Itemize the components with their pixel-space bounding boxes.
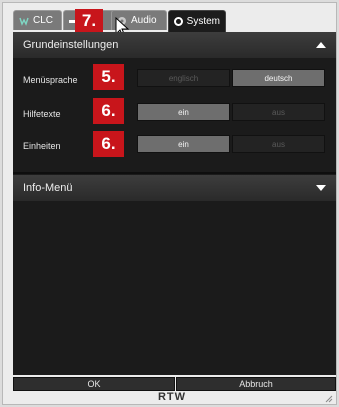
tab-system-label: System <box>186 16 220 27</box>
units-option-off[interactable]: aus <box>232 135 325 153</box>
section-header-basic[interactable]: Grundeinstellungen <box>13 32 336 58</box>
language-option-english[interactable]: englisch <box>137 69 230 87</box>
divider <box>13 172 336 174</box>
help-option-off[interactable]: aus <box>232 103 325 121</box>
tab-system[interactable]: System <box>168 10 226 32</box>
resize-grip-icon[interactable] <box>325 395 333 403</box>
language-label: Menüsprache <box>23 75 78 85</box>
tab-audio-label: Audio <box>131 15 157 26</box>
marker-tabs: 7. <box>75 9 103 33</box>
units-label: Einheiten <box>23 141 61 151</box>
collapse-arrow-icon[interactable] <box>316 42 326 48</box>
tab-clc-label: CLC <box>33 15 54 26</box>
help-option-on[interactable]: ein <box>137 103 230 121</box>
marker-language: 5. <box>93 64 124 90</box>
help-label: Hilfetexte <box>23 109 61 119</box>
rtw-logo: RTW <box>157 391 187 403</box>
tab-clc[interactable]: CLC <box>13 10 62 30</box>
expand-arrow-icon[interactable] <box>316 185 326 191</box>
cancel-button[interactable]: Abbruch <box>176 377 336 391</box>
units-option-on[interactable]: ein <box>137 135 230 153</box>
marker-units: 6. <box>93 131 124 157</box>
marker-help: 6. <box>93 98 124 124</box>
settings-panel: Grundeinstellungen Menüsprache englisch … <box>13 32 336 375</box>
language-option-german[interactable]: deutsch <box>232 69 325 87</box>
section-title-basic: Grundeinstellungen <box>23 39 119 51</box>
section-title-info: Info-Menü <box>23 182 73 194</box>
gear-icon <box>174 17 183 26</box>
ok-button[interactable]: OK <box>13 377 175 391</box>
chart-icon <box>19 16 29 26</box>
section-header-info[interactable]: Info-Menü <box>13 175 336 201</box>
